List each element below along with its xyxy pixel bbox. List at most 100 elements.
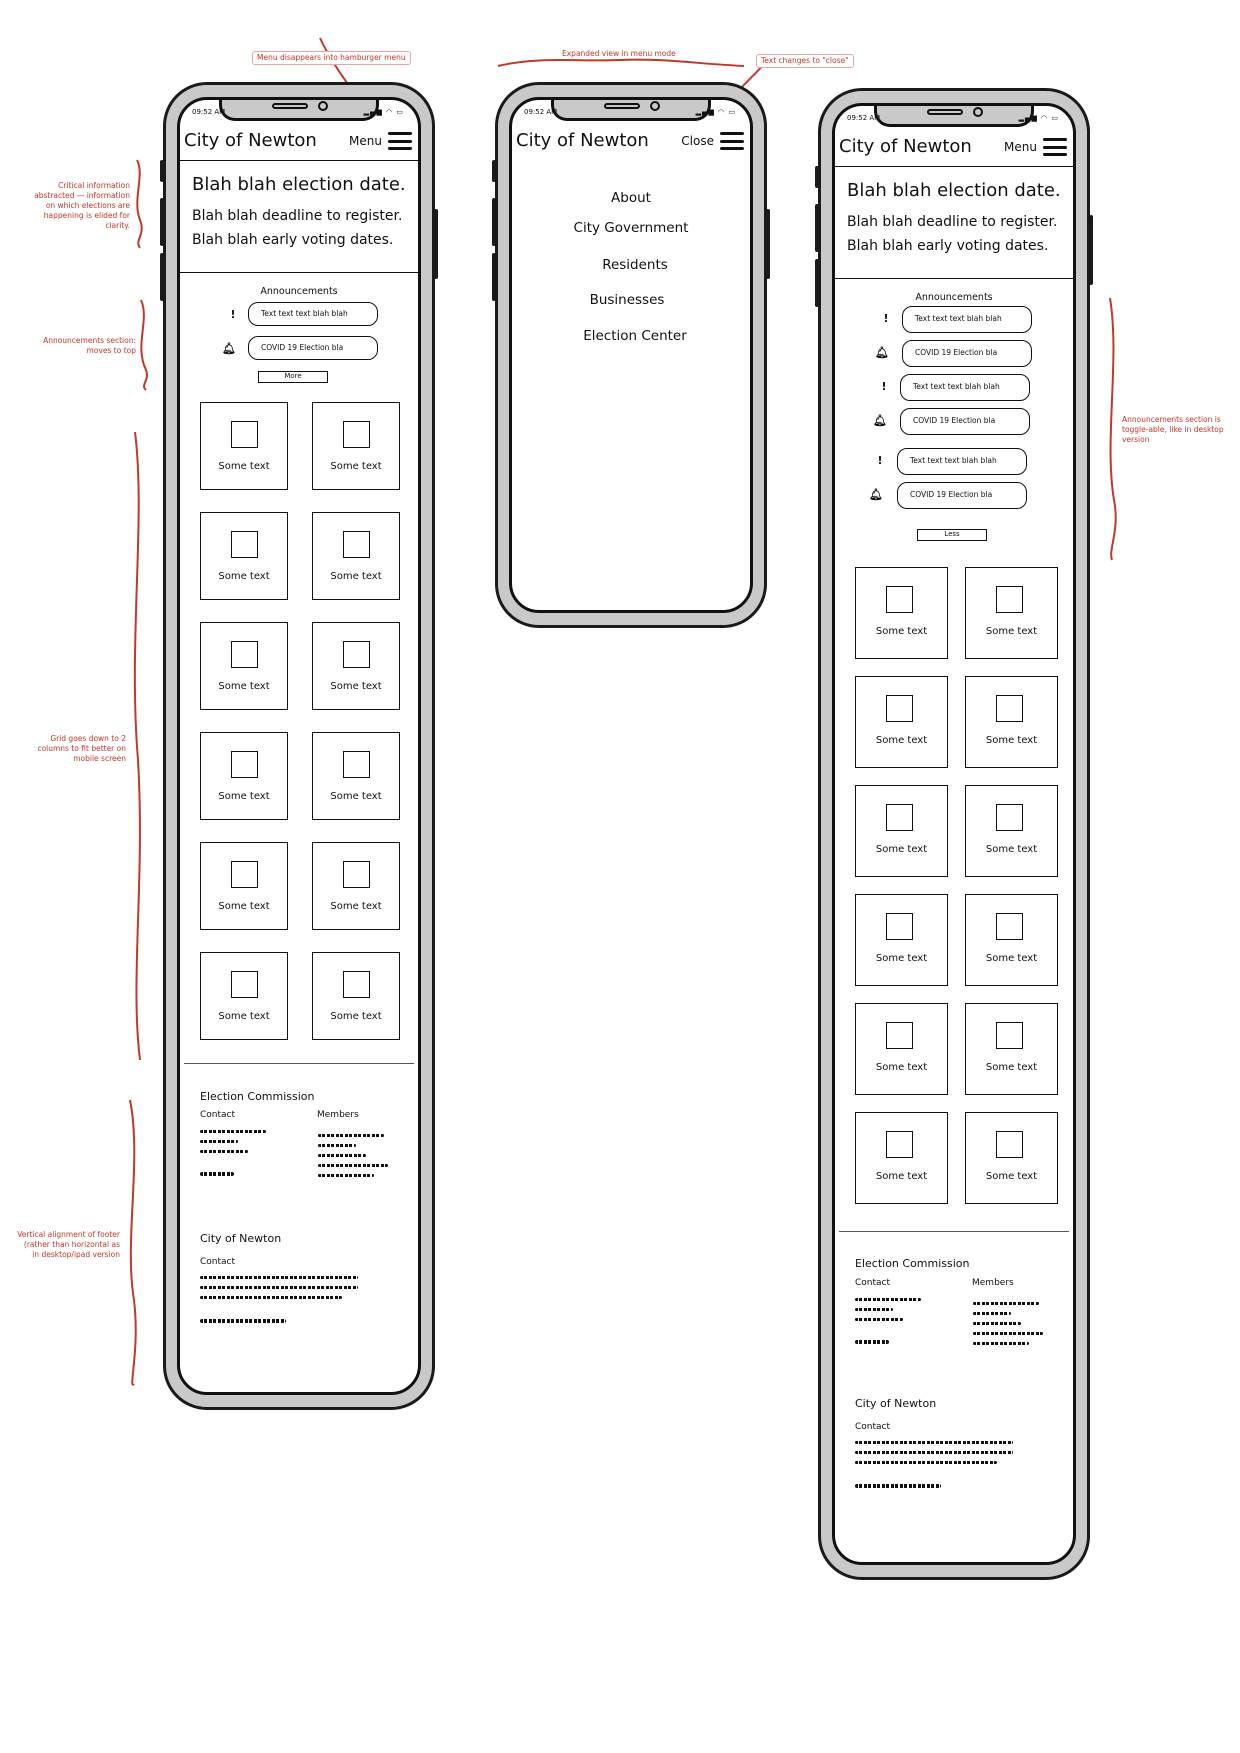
- annotation-announcements-top: Announcements section: moves to top: [43, 336, 136, 355]
- image-placeholder-icon: [996, 1022, 1023, 1049]
- grid-tile[interactable]: Some text: [965, 676, 1058, 768]
- image-placeholder-icon: [886, 1131, 913, 1158]
- menu-item-city-government[interactable]: City Government: [512, 220, 750, 236]
- redacted-text: [200, 1150, 248, 1153]
- redacted-text: [973, 1342, 1029, 1345]
- redacted-text: [318, 1144, 356, 1147]
- grid-tile[interactable]: Some text: [855, 894, 948, 986]
- phone-mockup-announcements-expanded: 09:52 AM ▂▄▆ ◠ ▭ City of Newton Menu Bla…: [815, 88, 1093, 1580]
- grid-tile[interactable]: Some text: [312, 732, 400, 820]
- redacted-text: [200, 1286, 358, 1289]
- tile-label: Some text: [875, 626, 928, 637]
- grid-tile[interactable]: Some text: [965, 567, 1058, 659]
- menu-item-election-center[interactable]: Election Center: [520, 328, 750, 344]
- announcement-item[interactable]: ! Text text text blah blah: [835, 306, 1073, 333]
- menu-item-about[interactable]: About: [512, 190, 750, 206]
- signal-wifi-battery-icon: ▂▄▆ ◠ ▭: [695, 108, 736, 116]
- tile-label: Some text: [875, 953, 928, 964]
- tile-label: Some text: [330, 571, 382, 582]
- announcements-title: Announcements: [260, 286, 338, 297]
- announcement-text: COVID 19 Election bla: [248, 336, 378, 360]
- announcement-item[interactable]: ! Text text text blah blah: [835, 448, 1073, 475]
- close-button[interactable]: Close: [681, 128, 744, 154]
- grid-tile[interactable]: Some text: [200, 512, 288, 600]
- grid-tile[interactable]: Some text: [855, 1112, 948, 1204]
- footer-city-contact-label: Contact: [855, 1422, 891, 1432]
- redacted-text: [855, 1461, 997, 1464]
- site-title[interactable]: City of Newton: [516, 130, 649, 151]
- announcement-item[interactable]: 🔔︎ COVID 19 Election bla: [835, 408, 1073, 435]
- tile-label: Some text: [218, 461, 270, 472]
- grid-tile[interactable]: Some text: [965, 894, 1058, 986]
- status-bar: 09:52 AM ▂▄▆ ◠ ▭: [192, 108, 404, 120]
- tile-label: Some text: [985, 953, 1038, 964]
- election-date-heading: Blah blah election date.: [847, 180, 1061, 201]
- close-label: Close: [681, 134, 714, 148]
- annotation-footer: Vertical alignment of footer (rather tha…: [17, 1230, 120, 1259]
- site-title[interactable]: City of Newton: [839, 136, 972, 157]
- menu-item-residents[interactable]: Residents: [520, 257, 750, 273]
- grid-tile[interactable]: Some text: [312, 622, 400, 710]
- image-placeholder-icon: [886, 804, 913, 831]
- grid-tile[interactable]: Some text: [200, 732, 288, 820]
- menu-item-businesses[interactable]: Businesses: [512, 292, 750, 308]
- annotation-toggle: Announcements section is toggle-able, li…: [1122, 415, 1224, 444]
- status-bar: 09:52 AM ▂▄▆ ◠ ▭: [847, 114, 1059, 126]
- tile-label: Some text: [875, 1171, 928, 1182]
- redacted-text: [855, 1318, 903, 1321]
- bell-icon: 🔔︎: [873, 414, 887, 427]
- phone-screen: 09:52 AM ▂▄▆ ◠ ▭ City of Newton Menu Bla…: [832, 103, 1076, 1565]
- grid-tile[interactable]: Some text: [855, 1003, 948, 1095]
- tile-label: Some text: [875, 844, 928, 855]
- image-placeholder-icon: [231, 531, 258, 558]
- announcement-item[interactable]: 🔔︎ COVID 19 Election bla: [835, 340, 1073, 367]
- grid-tile[interactable]: Some text: [200, 952, 288, 1040]
- announcement-item[interactable]: ! Text text text blah blah: [835, 374, 1073, 401]
- announcement-item[interactable]: 🔔︎ COVID 19 Election bla: [180, 336, 418, 362]
- redacted-text: [318, 1174, 374, 1177]
- redacted-text: [200, 1296, 342, 1299]
- footer-divider: [839, 1231, 1069, 1232]
- tile-label: Some text: [985, 844, 1038, 855]
- image-placeholder-icon: [996, 804, 1023, 831]
- redacted-text: [318, 1154, 366, 1157]
- tile-label: Some text: [330, 791, 382, 802]
- redacted-text: [200, 1140, 238, 1143]
- grid-tile[interactable]: Some text: [965, 1112, 1058, 1204]
- bell-icon: 🔔︎: [875, 346, 889, 359]
- menu-button[interactable]: Menu: [349, 128, 412, 154]
- grid-tile[interactable]: Some text: [855, 785, 948, 877]
- critical-info: Blah blah election date. Blah blah deadl…: [835, 166, 1073, 279]
- image-placeholder-icon: [231, 421, 258, 448]
- tile-label: Some text: [330, 681, 382, 692]
- grid-tile[interactable]: Some text: [200, 402, 288, 490]
- redacted-text: [973, 1332, 1043, 1335]
- grid-tile[interactable]: Some text: [200, 622, 288, 710]
- more-button[interactable]: More: [258, 371, 328, 383]
- site-title[interactable]: City of Newton: [184, 130, 317, 151]
- grid-tile[interactable]: Some text: [312, 842, 400, 930]
- grid-tile[interactable]: Some text: [965, 785, 1058, 877]
- announcement-text: COVID 19 Election bla: [900, 408, 1030, 435]
- redacted-text: [855, 1308, 893, 1311]
- early-voting: Blah blah early voting dates.: [192, 232, 394, 248]
- grid-tile[interactable]: Some text: [312, 952, 400, 1040]
- announcement-item[interactable]: ! Text text text blah blah: [180, 302, 418, 328]
- tile-label: Some text: [218, 901, 270, 912]
- menu-button[interactable]: Menu: [1004, 134, 1067, 160]
- grid-tile[interactable]: Some text: [200, 842, 288, 930]
- tile-label: Some text: [875, 735, 928, 746]
- grid-tile[interactable]: Some text: [855, 567, 948, 659]
- status-time: 09:52 AM: [524, 108, 558, 116]
- less-button[interactable]: Less: [917, 529, 987, 541]
- grid-tile[interactable]: Some text: [965, 1003, 1058, 1095]
- image-placeholder-icon: [996, 1131, 1023, 1158]
- tile-label: Some text: [218, 1011, 270, 1022]
- image-placeholder-icon: [231, 641, 258, 668]
- grid-tile[interactable]: Some text: [855, 676, 948, 768]
- image-placeholder-icon: [343, 971, 370, 998]
- redacted-text: [855, 1340, 889, 1344]
- announcement-item[interactable]: 🔔︎ COVID 19 Election bla: [835, 482, 1073, 509]
- grid-tile[interactable]: Some text: [312, 402, 400, 490]
- grid-tile[interactable]: Some text: [312, 512, 400, 600]
